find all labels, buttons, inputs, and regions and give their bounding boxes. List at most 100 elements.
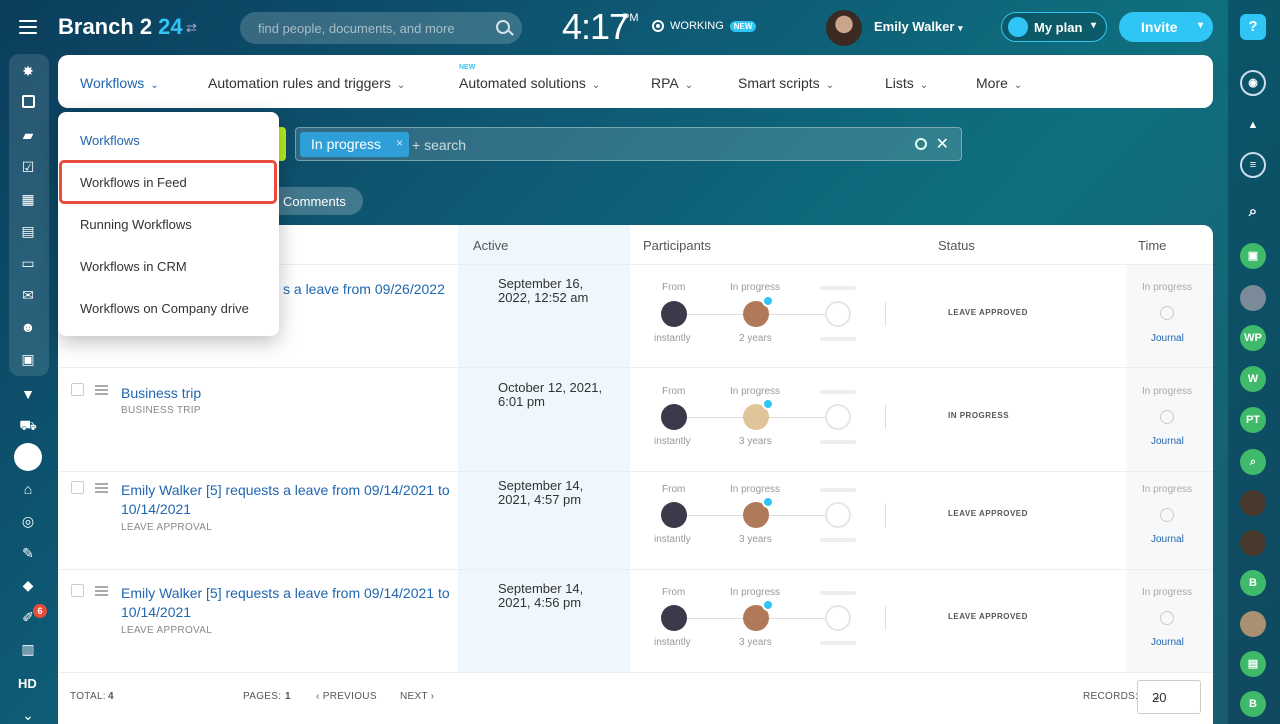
row-checkbox[interactable] bbox=[71, 584, 84, 597]
contacts-icon[interactable]: ▣ bbox=[19, 350, 37, 368]
clock-icon bbox=[762, 398, 774, 410]
copilot-icon[interactable]: ◉ bbox=[1240, 70, 1266, 96]
workflow-title-link[interactable]: Emily Walker [5] requests a leave from 0… bbox=[121, 584, 451, 622]
expand-icon[interactable]: ⌄ bbox=[19, 706, 37, 724]
help-button[interactable]: ? bbox=[1240, 14, 1266, 40]
tab-more[interactable]: More ⌄ bbox=[976, 75, 1022, 91]
my-plan-button[interactable]: My plan ▾ bbox=[1001, 12, 1107, 42]
user-avatar[interactable] bbox=[1240, 490, 1266, 516]
inventory-box-icon[interactable]: ◆ bbox=[19, 576, 37, 594]
header-participants[interactable]: Participants bbox=[643, 238, 711, 253]
filter-search-input[interactable]: + search bbox=[412, 137, 466, 153]
pages-value[interactable]: 1 bbox=[285, 691, 291, 702]
chat-icon[interactable]: ▰ bbox=[19, 126, 37, 144]
activity-icon[interactable]: ✸ bbox=[19, 62, 37, 80]
logo[interactable]: Branch 2 24 bbox=[58, 14, 183, 40]
tab-automated-solutions[interactable]: Automated solutions ⌄ bbox=[459, 75, 600, 91]
menu-item-workflows-in-crm[interactable]: Workflows in CRM bbox=[80, 259, 187, 274]
menu-item-workflows[interactable]: Workflows bbox=[80, 133, 140, 148]
journal-link[interactable]: Journal bbox=[1151, 333, 1184, 344]
search-icon[interactable] bbox=[915, 138, 927, 150]
documents-icon[interactable]: ▤ bbox=[19, 222, 37, 240]
search-doc-icon[interactable]: ⌕ bbox=[1240, 449, 1266, 475]
chat-wp[interactable]: WP bbox=[1240, 325, 1266, 351]
clock-ampm: PM bbox=[622, 12, 639, 24]
clear-filter-icon[interactable]: ✕ bbox=[936, 134, 949, 154]
search-input[interactable]: find people, documents, and more bbox=[258, 21, 455, 36]
tab-automation-rules[interactable]: Automation rules and triggers ⌄ bbox=[208, 75, 405, 91]
records-select[interactable]: 20 ⌄ bbox=[1137, 680, 1201, 714]
chat-b[interactable]: B bbox=[1240, 691, 1266, 717]
sign-icon[interactable]: ✎ bbox=[19, 544, 37, 562]
journal-link[interactable]: Journal bbox=[1151, 436, 1184, 447]
row-checkbox[interactable] bbox=[71, 481, 84, 494]
table-row[interactable]: Emily Walker [5] requests a leave from 0… bbox=[58, 467, 1213, 570]
user-avatar[interactable] bbox=[1240, 530, 1266, 556]
header-time[interactable]: Time bbox=[1138, 238, 1166, 253]
table-row[interactable]: Business trip BUSINESS TRIP October 12, … bbox=[58, 369, 1213, 472]
workflow-title-link[interactable]: Emily Walker [5] requests a leave from 0… bbox=[121, 481, 451, 519]
user-avatar[interactable] bbox=[1240, 611, 1266, 637]
clock-time[interactable]: 4:17 bbox=[562, 6, 629, 48]
chevron-left-icon: ‹ bbox=[316, 691, 323, 702]
working-status[interactable]: WORKING NEW bbox=[652, 20, 757, 32]
participant-avatar[interactable] bbox=[661, 404, 687, 430]
header-active[interactable]: Active bbox=[473, 238, 508, 253]
workflow-title-link[interactable]: Business trip bbox=[121, 384, 451, 403]
chat-pt[interactable]: PT bbox=[1240, 407, 1266, 433]
next-button[interactable]: NEXT › bbox=[400, 691, 434, 702]
target-icon[interactable]: ◎ bbox=[19, 512, 37, 530]
menu-item-workflows-on-company-drive[interactable]: Workflows on Company drive bbox=[80, 301, 249, 316]
logo-settings-icon[interactable]: ⇄ bbox=[186, 20, 197, 36]
analytics-icon[interactable]: ▥ bbox=[19, 640, 37, 658]
shop-cart-icon[interactable]: ⛟ bbox=[19, 416, 37, 434]
journal-link[interactable]: Journal bbox=[1151, 534, 1184, 545]
active-date: September 16, 2022, 12:52 am bbox=[498, 276, 589, 305]
bell-icon[interactable]: ▲ bbox=[1240, 112, 1266, 138]
crm-funnel-icon[interactable]: ▼ bbox=[19, 385, 37, 403]
tab-lists[interactable]: Lists ⌄ bbox=[885, 75, 928, 91]
search-icon[interactable] bbox=[496, 20, 510, 34]
chat-b[interactable]: B bbox=[1240, 570, 1266, 596]
menu-icon[interactable] bbox=[19, 20, 37, 34]
participant-avatar[interactable] bbox=[661, 502, 687, 528]
global-search[interactable]: find people, documents, and more bbox=[240, 12, 522, 44]
filter-chip[interactable]: In progress × bbox=[300, 132, 410, 157]
drag-handle-icon[interactable] bbox=[95, 483, 108, 495]
header-status[interactable]: Status bbox=[938, 238, 975, 253]
chat-w[interactable]: W bbox=[1240, 366, 1266, 392]
tab-rpa[interactable]: RPA ⌄ bbox=[651, 75, 693, 91]
messages-icon[interactable]: ≡ bbox=[1240, 152, 1266, 178]
tab-label: RPA bbox=[651, 75, 679, 91]
user-menu[interactable]: Emily Walker ▾ bbox=[874, 19, 963, 34]
workflow-title-link[interactable]: s a leave from 09/26/2022 bbox=[283, 280, 453, 299]
previous-button[interactable]: ‹ PREVIOUS bbox=[316, 691, 377, 702]
drag-handle-icon[interactable] bbox=[95, 586, 108, 598]
cat-avatar[interactable] bbox=[1240, 285, 1266, 311]
contact-card-icon[interactable]: ▣ bbox=[1240, 243, 1266, 269]
menu-item-running-workflows[interactable]: Running Workflows bbox=[80, 217, 192, 232]
notes-icon[interactable]: ▤ bbox=[1240, 651, 1266, 677]
table-row[interactable]: Emily Walker [5] requests a leave from 0… bbox=[58, 570, 1213, 673]
close-icon[interactable]: × bbox=[396, 136, 403, 150]
company-icon[interactable]: ⌂ bbox=[19, 480, 37, 498]
automation-robot-icon[interactable] bbox=[14, 443, 42, 471]
news-icon[interactable] bbox=[19, 94, 37, 112]
drive-icon[interactable]: ▭ bbox=[19, 254, 37, 272]
journal-link[interactable]: Journal bbox=[1151, 637, 1184, 648]
mail-icon[interactable]: ✉ bbox=[19, 286, 37, 304]
calendar-icon[interactable]: ▦ bbox=[19, 190, 37, 208]
groups-icon[interactable]: ☻ bbox=[19, 318, 37, 336]
tab-smart-scripts[interactable]: Smart scripts ⌄ bbox=[738, 75, 834, 91]
invite-button[interactable]: Invite ▾ bbox=[1119, 12, 1213, 42]
avatar[interactable] bbox=[826, 10, 862, 46]
tasks-icon[interactable]: ☑ bbox=[19, 158, 37, 176]
drag-handle-icon[interactable] bbox=[95, 385, 108, 397]
search-icon[interactable]: ⌕ bbox=[1240, 199, 1266, 225]
participant-avatar[interactable] bbox=[661, 605, 687, 631]
tab-workflows[interactable]: Workflows ⌄ bbox=[80, 75, 159, 91]
participant-avatar[interactable] bbox=[661, 301, 687, 327]
helpdesk-label[interactable]: HD bbox=[18, 676, 37, 691]
row-checkbox[interactable] bbox=[71, 383, 84, 396]
filter-bar[interactable]: In progress × + search ✕ bbox=[295, 127, 962, 161]
